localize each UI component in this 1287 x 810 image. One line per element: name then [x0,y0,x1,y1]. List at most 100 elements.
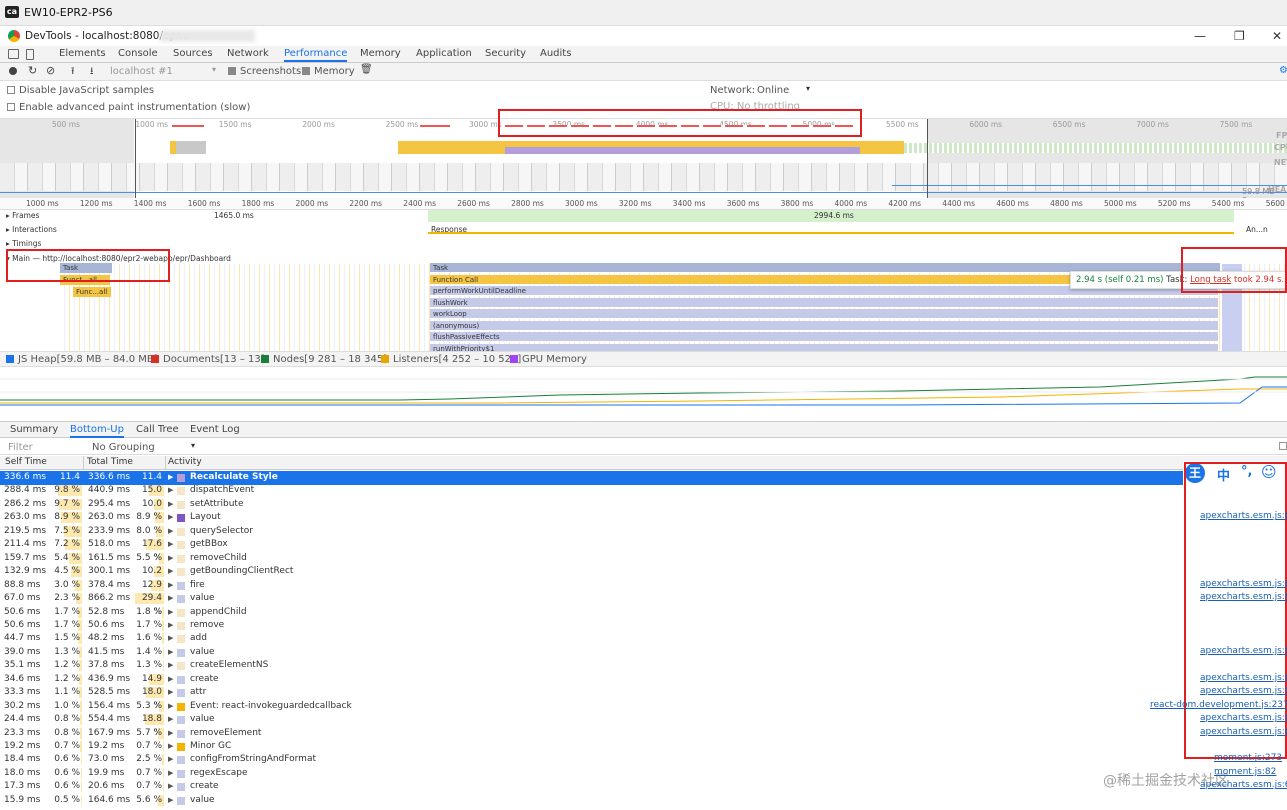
expand-arrow-icon[interactable]: ▶ [168,525,173,539]
expand-arrow-icon[interactable]: ▶ [168,753,173,767]
expand-arrow-icon[interactable]: ▶ [168,511,173,525]
source-link[interactable]: apexcharts.esm.js:6 [1200,713,1287,723]
record-icon[interactable] [9,67,17,75]
reload-icon[interactable]: ↻ [28,64,37,77]
expand-arrow-icon[interactable]: ▶ [168,552,173,566]
expand-arrow-icon[interactable]: ▶ [168,673,173,687]
table-row[interactable]: 219.5 ms 7.5 % 233.9 ms 8.0 % ▶ querySelector [0,525,1287,539]
tab-call-tree[interactable]: Call Tree [136,424,179,435]
expand-arrow-icon[interactable]: ▶ [168,767,173,781]
expand-arrow-icon[interactable]: ▶ [168,606,173,620]
expand-arrow-icon[interactable]: ▶ [168,565,173,579]
expand-arrow-icon[interactable]: ▶ [168,659,173,673]
table-row[interactable]: 50.6 ms 1.7 % 50.6 ms 1.7 % ▶ remove [0,619,1287,633]
frames-track[interactable]: ▸ Frames [6,211,39,220]
source-link[interactable]: apexcharts.esm.js:6 [1200,686,1287,696]
source-link[interactable]: apexcharts.esm.js:6 [1200,646,1287,656]
tab-network[interactable]: Network [227,48,269,59]
table-row[interactable]: 23.3 ms 0.8 % 167.9 ms 5.7 % ▶ removeElement [0,727,1287,741]
col-total-time[interactable]: Total Time [87,457,133,467]
table-row[interactable]: 263.0 ms 8.9 % 263.0 ms 8.9 % ▶ Layout [0,511,1287,525]
expand-arrow-icon[interactable]: ▶ [168,538,173,552]
tab-elements[interactable]: Elements [59,48,106,59]
flame-function-call[interactable]: Func...all [73,287,111,297]
close-icon[interactable]: ✕ [1272,29,1282,43]
inspect-icon[interactable] [8,49,19,59]
upload-icon[interactable]: ⭱ [71,64,75,81]
table-row[interactable]: 19.2 ms 0.7 % 19.2 ms 0.7 % ▶ Minor GC [0,740,1287,754]
tab-performance[interactable]: Performance [284,48,348,62]
tab-event-log[interactable]: Event Log [190,424,240,435]
expand-arrow-icon[interactable]: ▶ [168,484,173,498]
table-row[interactable]: 15.9 ms 0.5 % 164.6 ms 5.6 % ▶ value [0,794,1287,808]
source-link[interactable]: apexcharts.esm.js:6 [1200,780,1287,790]
source-link[interactable]: react-dom.development.js:237 [1150,700,1287,710]
table-row[interactable]: 336.6 ms11.4 %336.6 ms11.4 %▶Recalculate… [0,471,1287,496]
expand-arrow-icon[interactable]: ▶ [168,740,173,754]
grouping-select[interactable]: No Grouping [92,442,155,453]
table-row[interactable]: 286.2 ms9.7 %295.4 ms10.0 %▶setAttribute [0,498,1287,522]
clear-icon[interactable]: ⊘ [46,64,55,77]
tab-application[interactable]: Application [416,48,472,59]
source-link[interactable]: apexcharts.esm.js:6 [1200,673,1287,683]
legend-checkbox[interactable]: JS Heap[59.8 MB – 84.0 MB] [6,354,158,365]
profile-select[interactable]: localhost #1 [110,66,173,77]
flame-entry[interactable]: flushWork [430,297,1218,308]
filter-input[interactable]: Filter [8,442,33,453]
download-icon[interactable]: ⭳ [90,64,94,81]
table-row[interactable]: 34.6 ms1.2 %436.9 ms14.9 %▶create [0,673,1287,697]
table-row[interactable]: 159.7 ms 5.4 % 161.5 ms 5.5 % ▶ removeChild [0,552,1287,566]
tab-bottom-up[interactable]: Bottom-Up [70,424,124,438]
table-row[interactable]: 132.9 ms4.5 %300.1 ms10.2 %▶getBoundingC… [0,565,1287,590]
network-select[interactable]: Online [757,85,789,96]
table-row[interactable]: 88.8 ms3.0 %378.4 ms12.9 %▶fire [0,579,1287,603]
flame-entry[interactable]: flushPassiveEffects [430,332,1218,342]
expand-arrow-icon[interactable]: ▶ [168,794,173,808]
legend-checkbox[interactable]: Documents[13 – 13] [151,354,265,365]
table-row[interactable]: 50.6 ms 1.7 % 52.8 ms 1.8 % ▶ appendChild [0,606,1287,620]
sidebar-toggle-icon[interactable] [1279,442,1287,450]
table-row[interactable]: 67.0 ms 2.3 % 866.2 ms 29.4 % ▶ value [0,592,1287,617]
table-row[interactable]: 33.3 ms1.1 %528.5 ms18.0 %▶attr [0,686,1287,711]
source-link[interactable]: apexcharts.esm.js:6 [1200,579,1287,589]
col-self-time[interactable]: Self Time [5,457,47,467]
tab-sources[interactable]: Sources [173,48,213,59]
advanced-paint-checkbox[interactable]: Enable advanced paint instrumentation (s… [7,102,250,113]
disable-js-checkbox[interactable]: Disable JavaScript samples [7,85,154,96]
table-row[interactable]: 17.3 ms 0.6 % 20.6 ms 0.7 % ▶ create [0,780,1287,794]
chevron-down-icon[interactable]: ▾ [806,84,810,93]
expand-arrow-icon[interactable]: ▶ [168,646,173,660]
tab-security[interactable]: Security [485,48,526,59]
table-row[interactable]: 30.2 ms 1.0 % 156.4 ms 5.3 % ▶ Event: react-i… [0,700,1287,714]
source-link[interactable]: moment.js:82 [1214,767,1276,777]
table-row[interactable]: 35.1 ms 1.2 % 37.8 ms 1.3 % ▶ createElementNS [0,659,1287,673]
expand-arrow-icon[interactable]: ▶ [168,713,173,727]
tab-memory[interactable]: Memory [360,48,401,59]
timings-track[interactable]: ▸ Timings [6,239,41,248]
source-link[interactable]: apexcharts.esm.js:6 [1200,727,1287,737]
chevron-down-icon[interactable]: ▾ [212,65,216,74]
flame-entry[interactable]: workLoop [430,309,1218,319]
device-toggle-icon[interactable] [26,49,34,60]
table-row[interactable]: 24.4 ms0.8 %554.4 ms18.8 %▶value [0,713,1287,738]
tab-console[interactable]: Console [118,48,158,59]
gear-icon[interactable]: ⚙ [1279,65,1287,76]
table-row[interactable]: 18.4 ms 0.6 % 73.0 ms 2.5 % ▶ configFromStrin… [0,753,1287,767]
interactions-track[interactable]: ▸ Interactions [6,225,57,234]
expand-arrow-icon[interactable]: ▶ [168,592,173,606]
expand-arrow-icon[interactable]: ▶ [168,686,173,700]
source-link[interactable]: moment.js:273 [1214,753,1282,763]
restore-icon[interactable]: ❐ [1234,29,1245,43]
expand-arrow-icon[interactable]: ▶ [168,780,173,794]
table-row[interactable]: 18.0 ms 0.6 % 19.9 ms 0.7 % ▶ regexEscape [0,767,1287,781]
source-link[interactable]: apexcharts.esm.js:6 [1200,511,1287,521]
legend-checkbox[interactable]: GPU Memory [510,354,587,365]
source-link[interactable]: apexcharts.esm.js:6 [1200,592,1287,602]
flame-entry[interactable]: (anonymous) [430,320,1218,331]
memory-checkbox[interactable]: Memory [302,66,355,77]
screenshots-checkbox[interactable]: Screenshots [228,66,301,77]
legend-checkbox[interactable]: Listeners[4 252 – 10 529] [381,354,521,365]
expand-arrow-icon[interactable]: ▶ [168,579,173,593]
chevron-down-icon[interactable]: ▾ [191,441,195,450]
table-row[interactable]: 211.4 ms7.2 %518.0 ms17.6 %▶getBBox [0,538,1287,563]
